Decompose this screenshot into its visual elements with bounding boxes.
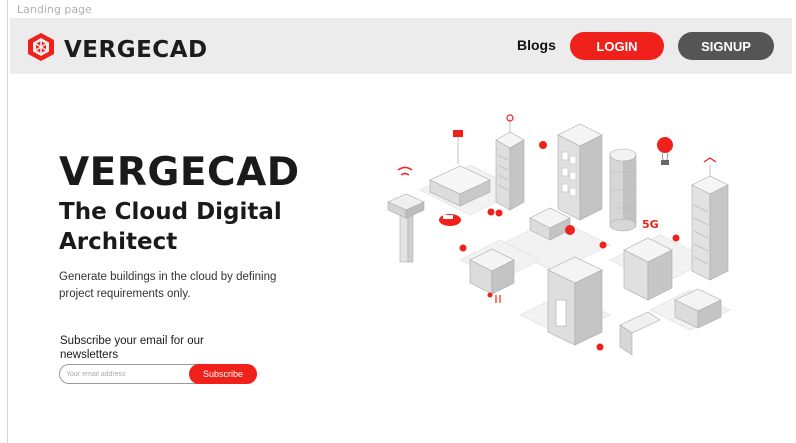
frame-label: Landing page	[17, 3, 92, 16]
badge-5g: 5G	[642, 218, 659, 231]
people-icons	[495, 295, 501, 303]
vergecad-logo-icon	[26, 32, 56, 67]
login-button[interactable]: LOGIN	[570, 32, 664, 60]
hero-description: Generate buildings in the cloud by defin…	[59, 271, 277, 300]
nav-link-blogs[interactable]: Blogs	[517, 37, 556, 53]
navbar: VERGECAD Blogs LOGIN SIGNUP	[10, 18, 792, 74]
tower-building	[387, 166, 425, 263]
newsletter-title: Subscribe your email for our newsletters	[60, 335, 204, 361]
email-input[interactable]	[59, 364, 199, 384]
hero-subtitle: The Cloud Digital Architect	[59, 199, 282, 255]
subscribe-button[interactable]: Subscribe	[189, 364, 257, 384]
red-car-icon	[439, 214, 461, 226]
location-pin-icon	[565, 225, 575, 235]
frame-border	[7, 0, 8, 443]
logo[interactable]: VERGECAD	[26, 32, 208, 67]
hero-title: VERGECAD	[59, 150, 300, 195]
newsletter-form: Subscribe	[59, 364, 257, 384]
logo-text: VERGECAD	[64, 36, 208, 63]
signup-button[interactable]: SIGNUP	[678, 32, 774, 60]
hot-air-balloon-icon	[657, 137, 673, 165]
isometric-city-illustration: 5G	[387, 114, 731, 356]
